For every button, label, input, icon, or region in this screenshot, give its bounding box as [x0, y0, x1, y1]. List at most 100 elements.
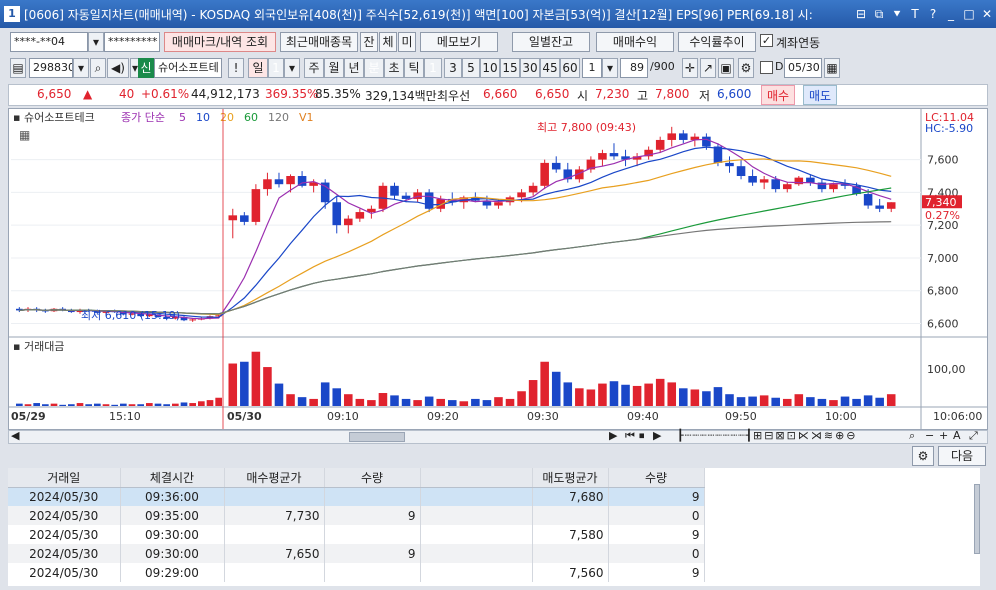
volume-bar [528, 380, 538, 406]
code-dropdown-icon[interactable]: ▾ [73, 58, 89, 78]
play-icon[interactable]: ▶ [653, 429, 661, 442]
account-select[interactable]: ****-**04 [10, 32, 88, 52]
scroll-thumb[interactable] [349, 432, 405, 442]
zoom-in-icon[interactable]: + [939, 429, 948, 442]
mi-button[interactable]: 미 [398, 32, 416, 52]
calendar-icon[interactable]: ▦ [824, 58, 840, 78]
next-button[interactable]: 다음 [938, 446, 986, 466]
interval-1-button[interactable]: 1 [424, 58, 442, 78]
interval-value-field[interactable]: 1 [582, 58, 602, 78]
zoom-slider[interactable]: ┠┈┈┈┈┈┈┈┈┨ [677, 429, 753, 442]
window-btn-3[interactable]: ⯆ [888, 7, 906, 22]
gear-icon[interactable]: ⚙ [738, 58, 754, 78]
table-row[interactable]: 2024/05/30 09:30:00 7,650 9 0 [8, 544, 705, 563]
period-num-field[interactable]: 1 [268, 58, 284, 78]
zoom-icon[interactable]: ⌕ [909, 429, 915, 443]
chart-menu-icon[interactable]: ▤ [10, 58, 26, 78]
stock-name-field[interactable]: 슈어소프트테 [154, 58, 222, 78]
sell-button[interactable]: 매도 [803, 85, 838, 105]
font-size-icon[interactable]: A [953, 429, 961, 442]
expand-icon[interactable]: ⤢ [969, 429, 978, 443]
chart-area[interactable]: 7,600 7,400 7,200 7,000 6,800 6,600 ▪ 슈어소프트테크 종… [8, 108, 988, 430]
table-row[interactable]: 2024/05/30 09:30:00 7,580 9 [8, 525, 705, 544]
period-year-button[interactable]: 년 [344, 58, 364, 78]
period-num-dropdown-icon[interactable]: ▾ [284, 58, 300, 78]
buy-button[interactable]: 매수 [761, 85, 796, 105]
info-exclaim-button[interactable]: ! [228, 58, 244, 78]
account-link-label: 계좌연동 [776, 36, 821, 50]
col-buy-avg[interactable]: 매수평균가 [224, 468, 325, 488]
period-tick-button[interactable]: 틱 [404, 58, 424, 78]
account-dropdown-icon[interactable]: ▾ [88, 32, 104, 52]
search-icon[interactable]: ⌕ [90, 58, 106, 78]
profit-trend-button[interactable]: 수익률추이 [678, 32, 756, 52]
open-price: 7,230 [595, 87, 630, 101]
legend-stock-name: ▪ 슈어소프트테크 [13, 111, 95, 124]
volume-bar [240, 361, 249, 406]
trade-profit-button[interactable]: 매매수익 [596, 32, 674, 52]
save-icon[interactable]: ▣ [718, 58, 734, 78]
col-sell-avg[interactable]: 매도평균가 [532, 468, 609, 488]
recent-items-button[interactable]: 최근매매종목 [280, 32, 358, 52]
account-link-checkbox[interactable]: ✓ [760, 34, 773, 47]
chart-scrollbar[interactable]: ◀ ▶ ⏮ ⏹ ▶ ┠┈┈┈┈┈┈┈┈┨ ⊞⊟⊠⊡⋉⋊≋⊕⊖ ⌕ − + A ⤢ [8, 429, 988, 444]
grid-settings-icon[interactable]: ⚙ [912, 446, 934, 466]
interval-10-button[interactable]: 10 [480, 58, 500, 78]
grid-scrollbar[interactable] [974, 484, 980, 554]
window-btn-1[interactable]: ⊟ [852, 7, 870, 21]
trend-tool-icon[interactable]: ↗ [700, 58, 716, 78]
che-button[interactable]: 체 [379, 32, 397, 52]
volume-bar [111, 404, 118, 406]
table-cell [532, 544, 609, 563]
scroll-right-icon[interactable]: ▶ [609, 429, 617, 442]
table-cell [420, 544, 533, 563]
period-week-button[interactable]: 주 [304, 58, 324, 78]
period-second-button[interactable]: 초 [384, 58, 404, 78]
table-row[interactable]: 2024/05/30 09:36:00 7,680 9 [8, 487, 705, 506]
interval-30-button[interactable]: 30 [520, 58, 540, 78]
interval-60-button[interactable]: 60 [560, 58, 580, 78]
candlestick-chart[interactable]: 7,6007,4007,2007,0006,8006,600▪ 슈어소프트테크 종… [9, 109, 987, 429]
memo-button[interactable]: 메모보기 [420, 32, 498, 52]
daily-balance-button[interactable]: 일별잔고 [512, 32, 590, 52]
speaker-icon[interactable]: ◀) [107, 58, 129, 78]
col-buy-qty[interactable]: 수량 [324, 468, 421, 488]
table-row[interactable]: 2024/05/30 09:35:00 7,730 9 0 [8, 506, 705, 525]
window-btn-2[interactable]: ⧉ [870, 7, 888, 22]
trade-marks-button[interactable]: 매매마크/내역 조회 [164, 32, 276, 52]
close-button[interactable]: ✕ [978, 7, 996, 21]
jan-button[interactable]: 잔 [360, 32, 378, 52]
window-btn-help[interactable]: ? [924, 7, 942, 21]
interval-45-button[interactable]: 45 [540, 58, 560, 78]
volume-panel-label: ▪ 거래대금 [13, 340, 64, 353]
interval-15-button[interactable]: 15 [500, 58, 520, 78]
password-field[interactable]: ********* [104, 32, 160, 52]
stock-code-input[interactable]: 298830 [29, 58, 73, 78]
period-minute-button[interactable]: 분 [364, 58, 384, 78]
period-month-button[interactable]: 월 [324, 58, 344, 78]
col-sell-qty[interactable]: 수량 [608, 468, 705, 488]
rewind-icon[interactable]: ⏮ [625, 429, 635, 443]
maximize-button[interactable]: □ [960, 7, 978, 21]
volume-bar [875, 397, 884, 406]
minimize-button[interactable]: _ [942, 7, 960, 21]
period-day-button[interactable]: 일 [248, 58, 268, 78]
stop-icon[interactable]: ⏹ [639, 429, 645, 443]
count-input[interactable]: 89 [620, 58, 648, 78]
window-btn-4[interactable]: T [906, 7, 924, 21]
date-checkbox[interactable] [760, 61, 773, 74]
scroll-left-icon[interactable]: ◀ [11, 429, 19, 442]
interval-dropdown-icon[interactable]: ▾ [602, 58, 618, 78]
volume-bar [228, 363, 238, 406]
interval-3-button[interactable]: 3 [444, 58, 462, 78]
chart-tools-icons[interactable]: ⊞⊟⊠⊡⋉⋊≋⊕⊖ [753, 429, 858, 442]
date-input[interactable]: 05/30 [784, 58, 822, 78]
col-trade-date[interactable]: 거래일 [8, 468, 121, 488]
crosshair-icon[interactable]: ✛ [682, 58, 698, 78]
interval-5-button[interactable]: 5 [462, 58, 480, 78]
zoom-out-icon[interactable]: − [925, 429, 934, 442]
col-exec-time[interactable]: 체결시간 [120, 468, 225, 488]
table-row[interactable]: 2024/05/30 09:29:00 7,560 9 [8, 563, 705, 582]
table-cell [420, 563, 533, 582]
candle-body [494, 202, 503, 206]
